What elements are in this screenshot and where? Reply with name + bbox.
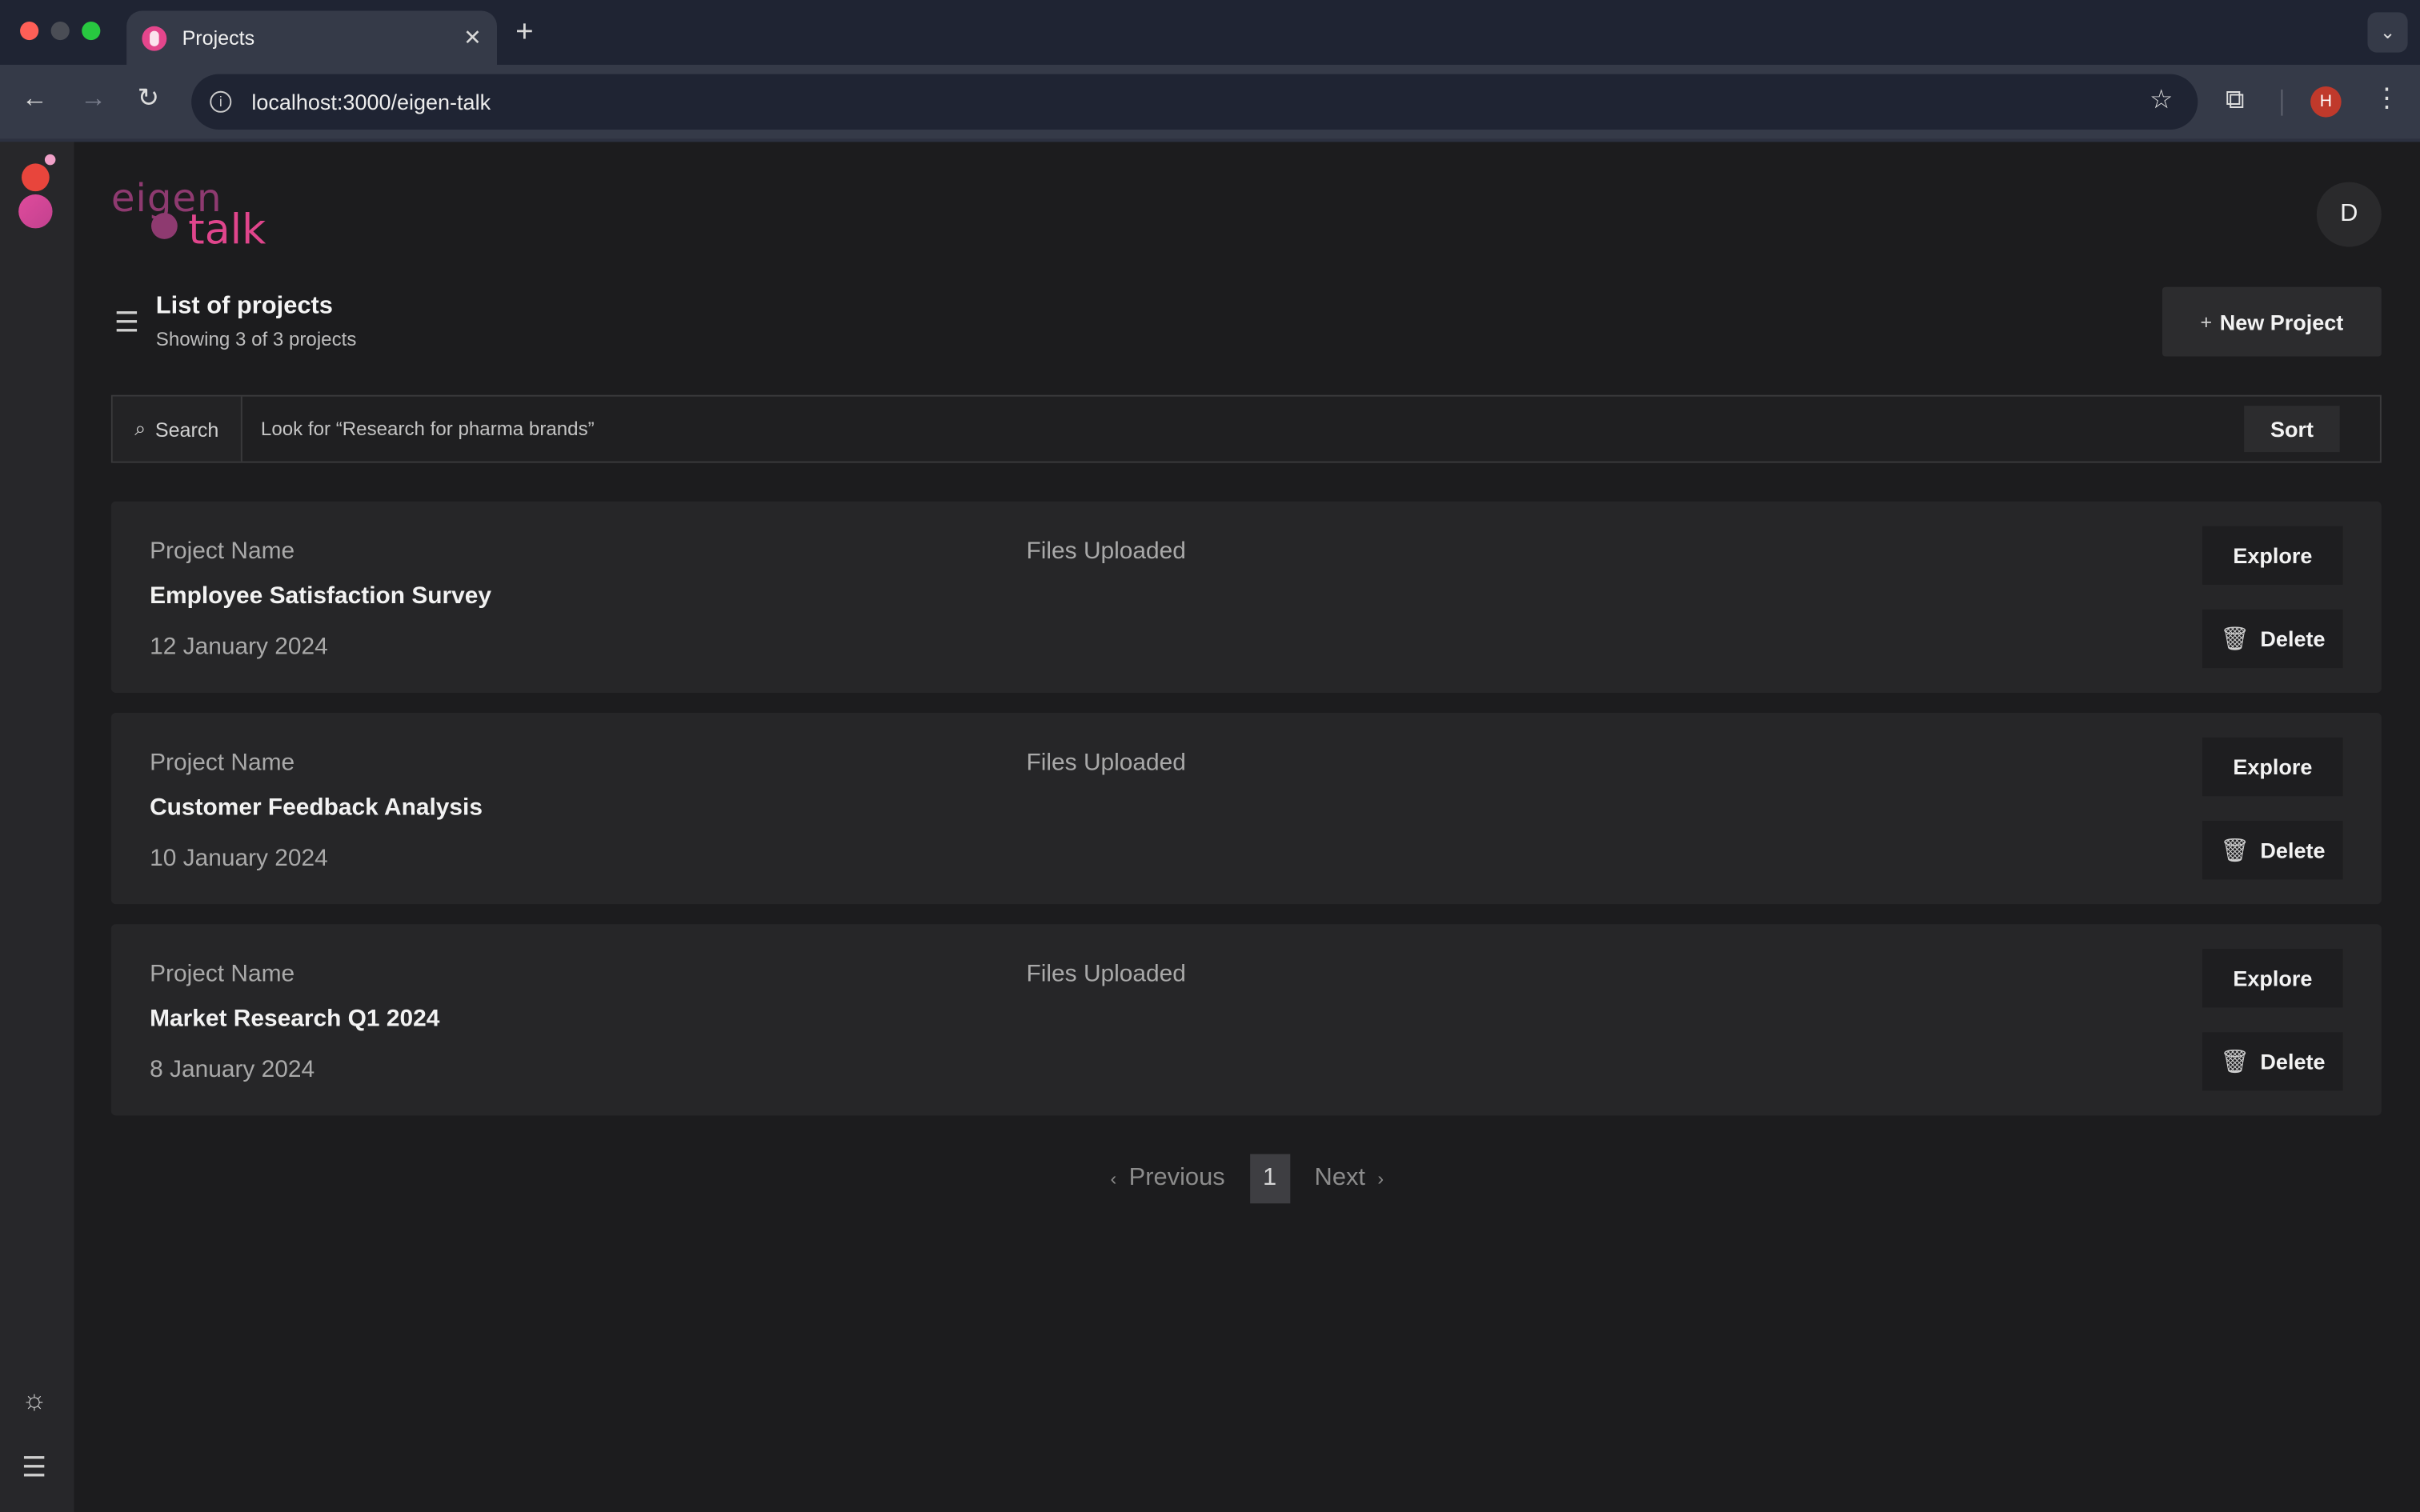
back-arrow-icon[interactable]: ←: [22, 83, 48, 114]
explore-button[interactable]: Explore: [2202, 737, 2343, 797]
search-bar: ⌕ Search Sort: [110, 394, 2382, 463]
new-project-label: New Project: [2219, 309, 2344, 334]
files-uploaded-label: Files Uploaded: [1026, 750, 1186, 777]
project-name-label: Project Name: [150, 750, 295, 777]
delete-label: Delete: [2260, 626, 2326, 651]
tab-bar: Projects ✕ + ⌄: [0, 0, 2420, 66]
window-controls: [20, 22, 101, 41]
browser-window: Projects ✕ + ⌄ ← → ↻ i localhost:3000/ei…: [0, 0, 2420, 1512]
project-name: Employee Satisfaction Survey: [150, 583, 492, 610]
chevron-right-icon: ›: [1377, 1167, 1384, 1190]
app-logo-icon[interactable]: [18, 154, 56, 232]
files-uploaded-label: Files Uploaded: [1026, 538, 1186, 565]
project-count: Showing 3 of 3 projects: [155, 328, 357, 350]
theme-toggle-sun-icon[interactable]: ☼: [22, 1384, 47, 1417]
next-label: Next: [1314, 1165, 1365, 1191]
trash-icon: 🗑︎: [2220, 1049, 2250, 1076]
project-card: Project Name Market Research Q1 2024 8 J…: [110, 924, 2382, 1116]
project-card: Project Name Customer Feedback Analysis …: [110, 713, 2382, 905]
next-page-button[interactable]: Next ›: [1315, 1165, 1384, 1193]
delete-label: Delete: [2260, 1049, 2326, 1074]
close-window-button[interactable]: [20, 22, 39, 41]
page-title: List of projects: [155, 293, 333, 320]
user-avatar[interactable]: D: [2316, 182, 2382, 247]
search-label-box[interactable]: ⌕ Search: [112, 396, 242, 462]
new-project-button[interactable]: + New Project: [2162, 286, 2382, 357]
explore-button[interactable]: Explore: [2202, 949, 2343, 1008]
search-input[interactable]: [242, 396, 2245, 462]
trash-icon: 🗑︎: [2220, 626, 2250, 653]
favicon-icon: [142, 25, 167, 50]
delete-button[interactable]: 🗑︎ Delete: [2202, 1032, 2343, 1091]
forward-arrow-icon[interactable]: →: [80, 83, 106, 114]
tab-search-chevron-icon[interactable]: ⌄: [2367, 12, 2408, 53]
browser-toolbar: ← → ↻ i localhost:3000/eigen-talk ☆ ⧉ H …: [0, 65, 2420, 139]
browser-tab[interactable]: Projects ✕: [126, 10, 498, 66]
files-uploaded-label: Files Uploaded: [1026, 961, 1186, 988]
project-name-label: Project Name: [150, 961, 295, 988]
site-info-icon[interactable]: i: [210, 90, 232, 113]
project-date: 10 January 2024: [150, 845, 328, 872]
project-card: Project Name Employee Satisfaction Surve…: [110, 501, 2382, 693]
plus-icon: +: [2200, 310, 2213, 334]
trash-icon: 🗑︎: [2220, 838, 2250, 865]
tab-title: Projects: [182, 26, 255, 50]
profile-avatar[interactable]: H: [2310, 86, 2342, 118]
sort-button[interactable]: Sort: [2244, 406, 2340, 453]
project-date: 8 January 2024: [150, 1057, 315, 1083]
maximize-window-button[interactable]: [82, 22, 101, 41]
delete-button[interactable]: 🗑︎ Delete: [2202, 821, 2343, 880]
main-content: eigen talk D ☰ List of projects Showing …: [74, 142, 2420, 1512]
project-name: Market Research Q1 2024: [150, 1006, 440, 1033]
current-page-button[interactable]: 1: [1249, 1154, 1290, 1204]
url-text[interactable]: localhost:3000/eigen-talk: [251, 90, 491, 114]
close-tab-icon[interactable]: ✕: [463, 25, 482, 51]
pagination: ‹ Previous 1 Next ›: [74, 1154, 2420, 1204]
project-date: 12 January 2024: [150, 634, 328, 661]
toolbar-divider: [2281, 89, 2283, 116]
minimize-window-button[interactable]: [50, 22, 70, 41]
search-icon: ⌕: [134, 416, 146, 440]
eigen-talk-logo: eigen talk: [111, 176, 281, 254]
previous-label: Previous: [1128, 1165, 1225, 1191]
app-container: ☼ ☰ eigen talk D ☰ List of projects Show…: [0, 142, 2420, 1512]
reload-icon[interactable]: ↻: [138, 83, 159, 114]
list-menu-icon[interactable]: ☰: [114, 307, 139, 340]
previous-page-button[interactable]: ‹ Previous: [1110, 1165, 1224, 1193]
logo-dot: [151, 213, 178, 239]
new-tab-icon[interactable]: +: [515, 15, 534, 50]
logo-text-bottom: talk: [188, 206, 266, 255]
explore-button[interactable]: Explore: [2202, 526, 2343, 585]
bookmark-star-icon[interactable]: ☆: [2150, 85, 2173, 116]
delete-button[interactable]: 🗑︎ Delete: [2202, 609, 2343, 669]
search-label: Search: [154, 417, 219, 441]
project-name-label: Project Name: [150, 538, 295, 565]
project-name: Customer Feedback Analysis: [150, 794, 483, 822]
delete-label: Delete: [2260, 838, 2326, 863]
extensions-puzzle-icon[interactable]: ⧉: [2226, 85, 2244, 116]
side-rail: ☼ ☰: [0, 142, 74, 1512]
settings-sliders-icon[interactable]: ☰: [22, 1452, 46, 1485]
browser-menu-icon[interactable]: ⋮: [2374, 83, 2400, 114]
chevron-left-icon: ‹: [1110, 1167, 1117, 1190]
address-bar[interactable]: i localhost:3000/eigen-talk ☆: [191, 74, 2198, 130]
